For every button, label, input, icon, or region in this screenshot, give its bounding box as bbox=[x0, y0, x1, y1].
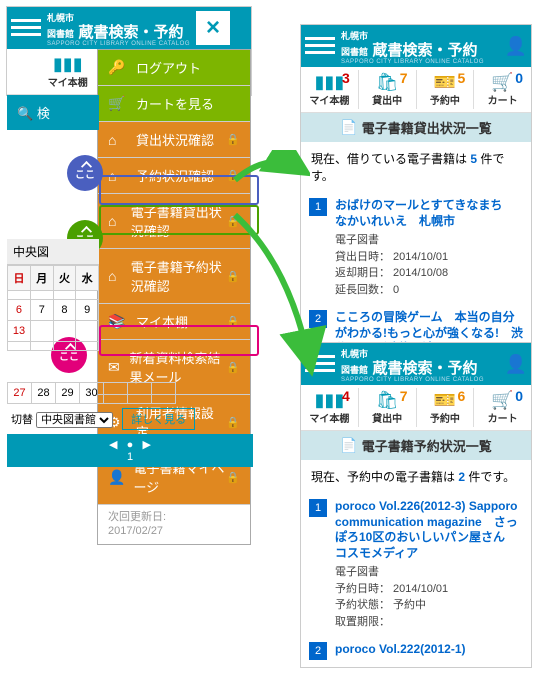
cart-icon: 🛒 bbox=[108, 95, 128, 112]
switch-label: 切替 bbox=[11, 414, 33, 426]
mail-icon: ✉ bbox=[108, 359, 122, 376]
menu-next-update: 次回更新日:2017/02/27 bbox=[98, 505, 250, 544]
lock-icon: 🔒 bbox=[226, 270, 240, 283]
doc-icon: 📄 bbox=[340, 437, 357, 454]
item-meta: 電子図書貸出日時： 2014/10/01返却期日： 2014/10/08延長回数… bbox=[335, 232, 523, 298]
nav-cart[interactable]: 🛒0カート bbox=[474, 388, 531, 427]
lock-icon: 🔒 bbox=[226, 315, 240, 328]
screen-menu: 札幌市 図書館 蔵書検索・予約 SAPPORO CITY LIBRARY ONL… bbox=[6, 6, 252, 96]
shelf-icon: ▮▮▮ bbox=[315, 72, 345, 92]
brand-library: 図書館 bbox=[47, 29, 74, 39]
calendar-footer: 切替 中央図書館 詳しく見る bbox=[7, 404, 253, 434]
detail-button[interactable]: 詳しく見る bbox=[122, 408, 195, 430]
logo: 札幌市 図書館 蔵書検索・予約 SAPPORO CITY LIBRARY ONL… bbox=[341, 27, 484, 65]
person-icon[interactable]: 👤 bbox=[505, 354, 527, 375]
list-item[interactable]: 1 poroco Vol.226(2012-3) Sapporo communi… bbox=[301, 493, 531, 636]
item-number: 2 bbox=[309, 642, 327, 660]
item-title: おばけのマールとすてきなまち なかいれいえ 札幌市 bbox=[335, 198, 523, 229]
ticket-icon: 🎫 bbox=[434, 390, 456, 410]
menu-reserve-status[interactable]: ⌂予約状況確認🔒 bbox=[98, 158, 250, 194]
lock-icon: 🔒 bbox=[226, 133, 240, 146]
list-item[interactable]: 2 poroco Vol.222(2012-1) bbox=[301, 636, 531, 667]
person-icon: 👤 bbox=[108, 469, 125, 486]
menu-ebook-lend[interactable]: ⌂電子書籍貸出状況確認🔒 bbox=[98, 194, 250, 249]
nav-shelf[interactable]: ▮▮▮3マイ本棚 bbox=[301, 70, 359, 109]
section-title: 📄電子書籍貸出状況一覧 bbox=[301, 113, 531, 142]
header: 札幌市 図書館 蔵書検索・予約 SAPPORO CITY LIBRARY ONL… bbox=[7, 7, 251, 49]
notice: 現在、予約中の電子書籍は 2 件です。 bbox=[301, 460, 531, 493]
brand-sub: SAPPORO CITY LIBRARY ONLINE CATALOG bbox=[47, 41, 190, 47]
house-icon: ⌂ bbox=[108, 213, 123, 229]
shelf-icon: ▮▮▮ bbox=[53, 54, 83, 74]
close-button[interactable]: × bbox=[196, 11, 230, 45]
brand-city: 札幌市 bbox=[47, 13, 74, 23]
cart-icon: 🛒 bbox=[491, 390, 513, 410]
doc-icon: 📄 bbox=[340, 119, 357, 136]
hamburger-icon[interactable] bbox=[11, 17, 41, 39]
hamburger-icon[interactable] bbox=[305, 353, 335, 375]
item-number: 2 bbox=[309, 310, 327, 328]
calendar-bottom: 27282930 切替 中央図書館 詳しく見る ◀ ● ▶1 bbox=[7, 382, 253, 467]
hamburger-icon[interactable] bbox=[305, 35, 335, 57]
calendar-title: 中央図 bbox=[7, 239, 99, 265]
house-icon: ⌂ bbox=[108, 132, 128, 148]
bag-icon: 🛍 bbox=[376, 390, 399, 410]
calendar-partial: 中央図 日月火水 6789 13 bbox=[7, 239, 99, 351]
bag-icon: 🛍 bbox=[376, 72, 399, 92]
search-bar[interactable]: 🔍 検 bbox=[7, 95, 99, 130]
item-number: 1 bbox=[309, 198, 327, 216]
dropdown-menu: 🔑ログアウト 🛒カートを見る ⌂貸出状況確認🔒 ⌂予約状況確認🔒 ⌂電子書籍貸出… bbox=[97, 49, 251, 545]
nav-reserve[interactable]: 🎫6予約中 bbox=[417, 388, 475, 427]
header: 札幌市 図書館 蔵書検索・予約 SAPPORO CITY LIBRARY ONL… bbox=[301, 25, 531, 67]
person-icon[interactable]: 👤 bbox=[505, 36, 527, 57]
header: 札幌市 図書館 蔵書検索・予約 SAPPORO CITY LIBRARY ONL… bbox=[301, 343, 531, 385]
pagination[interactable]: ◀ ● ▶1 bbox=[7, 434, 253, 467]
list-item[interactable]: 1 おばけのマールとすてきなまち なかいれいえ 札幌市 電子図書貸出日時： 20… bbox=[301, 192, 531, 304]
key-icon: 🔑 bbox=[108, 59, 128, 76]
nav-cart[interactable]: 🛒0カート bbox=[474, 70, 531, 109]
item-meta: 電子図書予約日時： 2014/10/01予約状態： 予約中取置期限： bbox=[335, 564, 523, 630]
koko-badge-blue: ここ bbox=[67, 155, 103, 191]
section-title: 📄電子書籍予約状況一覧 bbox=[301, 431, 531, 460]
menu-lend-status[interactable]: ⌂貸出状況確認🔒 bbox=[98, 122, 250, 158]
cart-icon: 🛒 bbox=[491, 72, 513, 92]
house-icon: ⌂ bbox=[108, 168, 128, 184]
shelf-icon: ▮▮▮ bbox=[315, 390, 345, 410]
nav-reserve[interactable]: 🎫5予約中 bbox=[417, 70, 475, 109]
nav-lend[interactable]: 🛍7貸出中 bbox=[359, 388, 417, 427]
menu-myshelf[interactable]: 📚マイ本棚🔒 bbox=[98, 304, 250, 340]
logo: 札幌市 図書館 蔵書検索・予約 SAPPORO CITY LIBRARY ONL… bbox=[341, 345, 484, 383]
lock-icon: 🔒 bbox=[226, 169, 240, 182]
menu-cart[interactable]: 🛒カートを見る bbox=[98, 86, 250, 122]
house-icon: ⌂ bbox=[108, 268, 123, 284]
library-select[interactable]: 中央図書館 bbox=[36, 412, 113, 428]
nav-shelf[interactable]: ▮▮▮4マイ本棚 bbox=[301, 388, 359, 427]
nav-row: ▮▮▮3マイ本棚 🛍7貸出中 🎫5予約中 🛒0カート bbox=[301, 67, 531, 113]
menu-logout[interactable]: 🔑ログアウト bbox=[98, 50, 250, 86]
nav-lend[interactable]: 🛍7貸出中 bbox=[359, 70, 417, 109]
book-icon: 📚 bbox=[108, 313, 128, 330]
nav-row: ▮▮▮4マイ本棚 🛍7貸出中 🎫6予約中 🛒0カート bbox=[301, 385, 531, 431]
ticket-icon: 🎫 bbox=[434, 72, 456, 92]
screen-reserve-list: 札幌市 図書館 蔵書検索・予約 SAPPORO CITY LIBRARY ONL… bbox=[300, 342, 532, 668]
lock-icon: 🔒 bbox=[226, 471, 240, 484]
item-title: poroco Vol.226(2012-3) Sapporo communica… bbox=[335, 499, 523, 561]
item-title: poroco Vol.222(2012-1) bbox=[335, 642, 523, 658]
menu-ebook-reserve[interactable]: ⌂電子書籍予約状況確認🔒 bbox=[98, 249, 250, 304]
logo: 札幌市 図書館 蔵書検索・予約 SAPPORO CITY LIBRARY ONL… bbox=[47, 9, 190, 47]
notice: 現在、借りている電子書籍は 5 件です。 bbox=[301, 142, 531, 192]
calendar-table: 日月火水 6789 13 bbox=[7, 265, 99, 351]
lock-icon: 🔒 bbox=[226, 361, 240, 374]
lock-icon: 🔒 bbox=[226, 215, 240, 228]
brand-title: 蔵書検索・予約 bbox=[78, 24, 183, 41]
item-number: 1 bbox=[309, 499, 327, 517]
